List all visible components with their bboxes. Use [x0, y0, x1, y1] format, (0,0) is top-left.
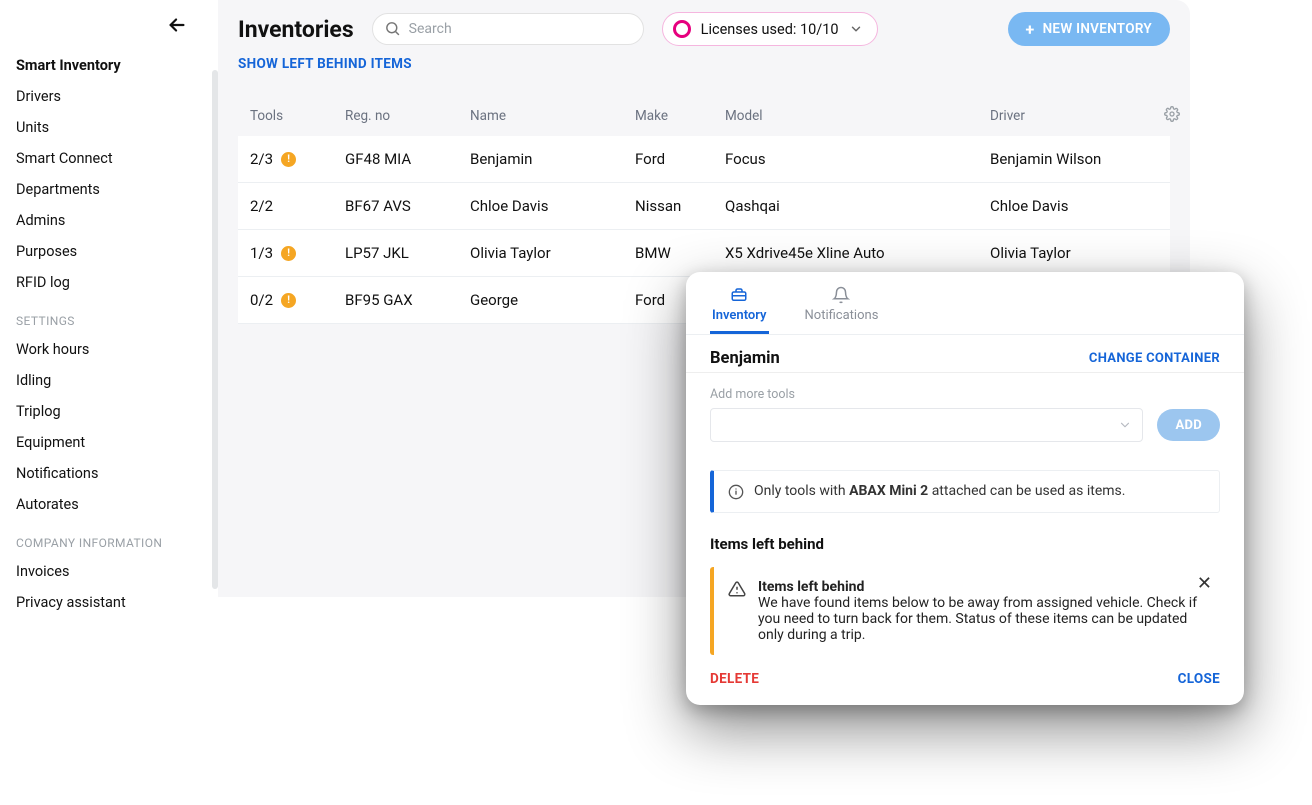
table-row[interactable]: 2/3!GF48 MIABenjaminFordFocusBenjamin Wi… — [238, 136, 1170, 183]
items-left-heading: Items left behind — [686, 513, 1244, 561]
col-reg[interactable]: Reg. no — [345, 108, 470, 124]
topbar: Inventories Licenses used: 10/10 + NEW I… — [218, 0, 1190, 46]
cell-model: Focus — [725, 150, 990, 168]
col-model[interactable]: Model — [725, 108, 990, 124]
cell-tools: 2/3! — [250, 150, 345, 168]
cell-name: George — [470, 291, 635, 309]
sidebar: Smart Inventory Drivers Units Smart Conn… — [0, 0, 218, 597]
chevron-down-icon — [849, 22, 863, 36]
show-left-behind-link[interactable]: SHOW LEFT BEHIND ITEMS — [218, 46, 1190, 80]
tab-inventory-label: Inventory — [712, 308, 767, 323]
panel-entity-name: Benjamin — [710, 349, 780, 368]
cell-driver: Olivia Taylor — [990, 244, 1150, 262]
sidebar-item-invoices[interactable]: Invoices — [0, 556, 218, 587]
info-icon — [728, 484, 744, 500]
cell-model: X5 Xdrive45e Xline Auto — [725, 244, 990, 262]
search-input[interactable] — [372, 13, 644, 45]
cell-model: Qashqai — [725, 197, 990, 215]
sidebar-item-notifications[interactable]: Notifications — [0, 458, 218, 489]
panel-tabs: Inventory Notifications — [686, 286, 1244, 335]
new-inventory-button[interactable]: + NEW INVENTORY — [1008, 12, 1170, 46]
toolbox-icon — [730, 286, 748, 304]
close-button[interactable]: CLOSE — [1178, 671, 1220, 687]
cell-driver: Benjamin Wilson — [990, 150, 1150, 168]
sidebar-item-departments[interactable]: Departments — [0, 174, 218, 205]
inventory-detail-panel: Inventory Notifications Benjamin CHANGE … — [686, 272, 1244, 705]
cell-reg: BF67 AVS — [345, 197, 470, 215]
cell-tools: 0/2! — [250, 291, 345, 309]
add-more-tools-label: Add more tools — [686, 373, 1244, 408]
cell-reg: BF95 GAX — [345, 291, 470, 309]
info-banner: Only tools with ABAX Mini 2 attached can… — [710, 470, 1220, 513]
cell-make: Nissan — [635, 197, 725, 215]
cell-name: Olivia Taylor — [470, 244, 635, 262]
warning-triangle-icon — [728, 580, 746, 598]
sidebar-section-settings: SETTINGS — [0, 298, 218, 334]
info-text: Only tools with ABAX Mini 2 attached can… — [754, 483, 1125, 499]
sidebar-item-idling[interactable]: Idling — [0, 365, 218, 396]
plus-icon: + — [1026, 20, 1035, 39]
search-wrap — [372, 13, 644, 45]
back-arrow-icon[interactable] — [166, 14, 188, 40]
table-row[interactable]: 2/2BF67 AVSChloe DavisNissanQashqaiChloe… — [238, 183, 1170, 230]
sidebar-item-triplog[interactable]: Triplog — [0, 396, 218, 427]
tool-select[interactable] — [710, 408, 1143, 442]
licenses-dropdown[interactable]: Licenses used: 10/10 — [662, 12, 878, 46]
gear-icon[interactable] — [1164, 106, 1180, 126]
sidebar-item-rfid-log[interactable]: RFID log — [0, 267, 218, 298]
cell-tools: 1/3! — [250, 244, 345, 262]
sidebar-item-privacy-assistant[interactable]: Privacy assistant — [0, 587, 218, 618]
cell-driver: Chloe Davis — [990, 197, 1150, 215]
col-name[interactable]: Name — [470, 108, 635, 124]
search-icon — [384, 20, 401, 37]
warning-dot-icon: ! — [281, 293, 296, 308]
warning-title: Items left behind — [758, 579, 1206, 595]
sidebar-item-equipment[interactable]: Equipment — [0, 427, 218, 458]
sidebar-nav: Smart Inventory Drivers Units Smart Conn… — [0, 50, 218, 618]
sidebar-item-smart-inventory[interactable]: Smart Inventory — [0, 50, 218, 81]
cell-name: Chloe Davis — [470, 197, 635, 215]
add-button[interactable]: ADD — [1157, 409, 1220, 441]
tab-notifications[interactable]: Notifications — [803, 286, 881, 334]
tab-inventory[interactable]: Inventory — [710, 286, 769, 334]
table-header: Tools Reg. no Name Make Model Driver — [238, 90, 1170, 136]
cell-reg: LP57 JKL — [345, 244, 470, 262]
licenses-text: Licenses used: 10/10 — [701, 21, 839, 38]
change-container-button[interactable]: CHANGE CONTAINER — [1089, 351, 1220, 366]
col-driver[interactable]: Driver — [990, 108, 1150, 124]
page-title: Inventories — [238, 16, 354, 43]
tab-notifications-label: Notifications — [805, 308, 879, 323]
sidebar-item-work-hours[interactable]: Work hours — [0, 334, 218, 365]
sidebar-item-drivers[interactable]: Drivers — [0, 81, 218, 112]
cell-name: Benjamin — [470, 150, 635, 168]
licenses-ring-icon — [673, 20, 691, 38]
warning-dot-icon: ! — [281, 246, 296, 261]
cell-make: Ford — [635, 150, 725, 168]
cell-tools: 2/2 — [250, 197, 345, 215]
warning-banner: Items left behind We have found items be… — [710, 567, 1220, 655]
chevron-down-icon — [1118, 418, 1132, 432]
warning-dot-icon: ! — [281, 152, 296, 167]
bell-icon — [832, 286, 850, 304]
sidebar-item-autorates[interactable]: Autorates — [0, 489, 218, 520]
col-make[interactable]: Make — [635, 108, 725, 124]
new-inventory-label: NEW INVENTORY — [1043, 21, 1152, 37]
close-icon[interactable]: ✕ — [1197, 573, 1212, 594]
warning-body: We have found items below to be away fro… — [758, 595, 1206, 643]
col-tools[interactable]: Tools — [250, 108, 345, 124]
sidebar-item-units[interactable]: Units — [0, 112, 218, 143]
sidebar-section-company: COMPANY INFORMATION — [0, 520, 218, 556]
sidebar-item-admins[interactable]: Admins — [0, 205, 218, 236]
cell-make: BMW — [635, 244, 725, 262]
table-row[interactable]: 1/3!LP57 JKLOlivia TaylorBMWX5 Xdrive45e… — [238, 230, 1170, 277]
cell-reg: GF48 MIA — [345, 150, 470, 168]
delete-button[interactable]: DELETE — [710, 671, 759, 687]
sidebar-item-smart-connect[interactable]: Smart Connect — [0, 143, 218, 174]
sidebar-item-purposes[interactable]: Purposes — [0, 236, 218, 267]
